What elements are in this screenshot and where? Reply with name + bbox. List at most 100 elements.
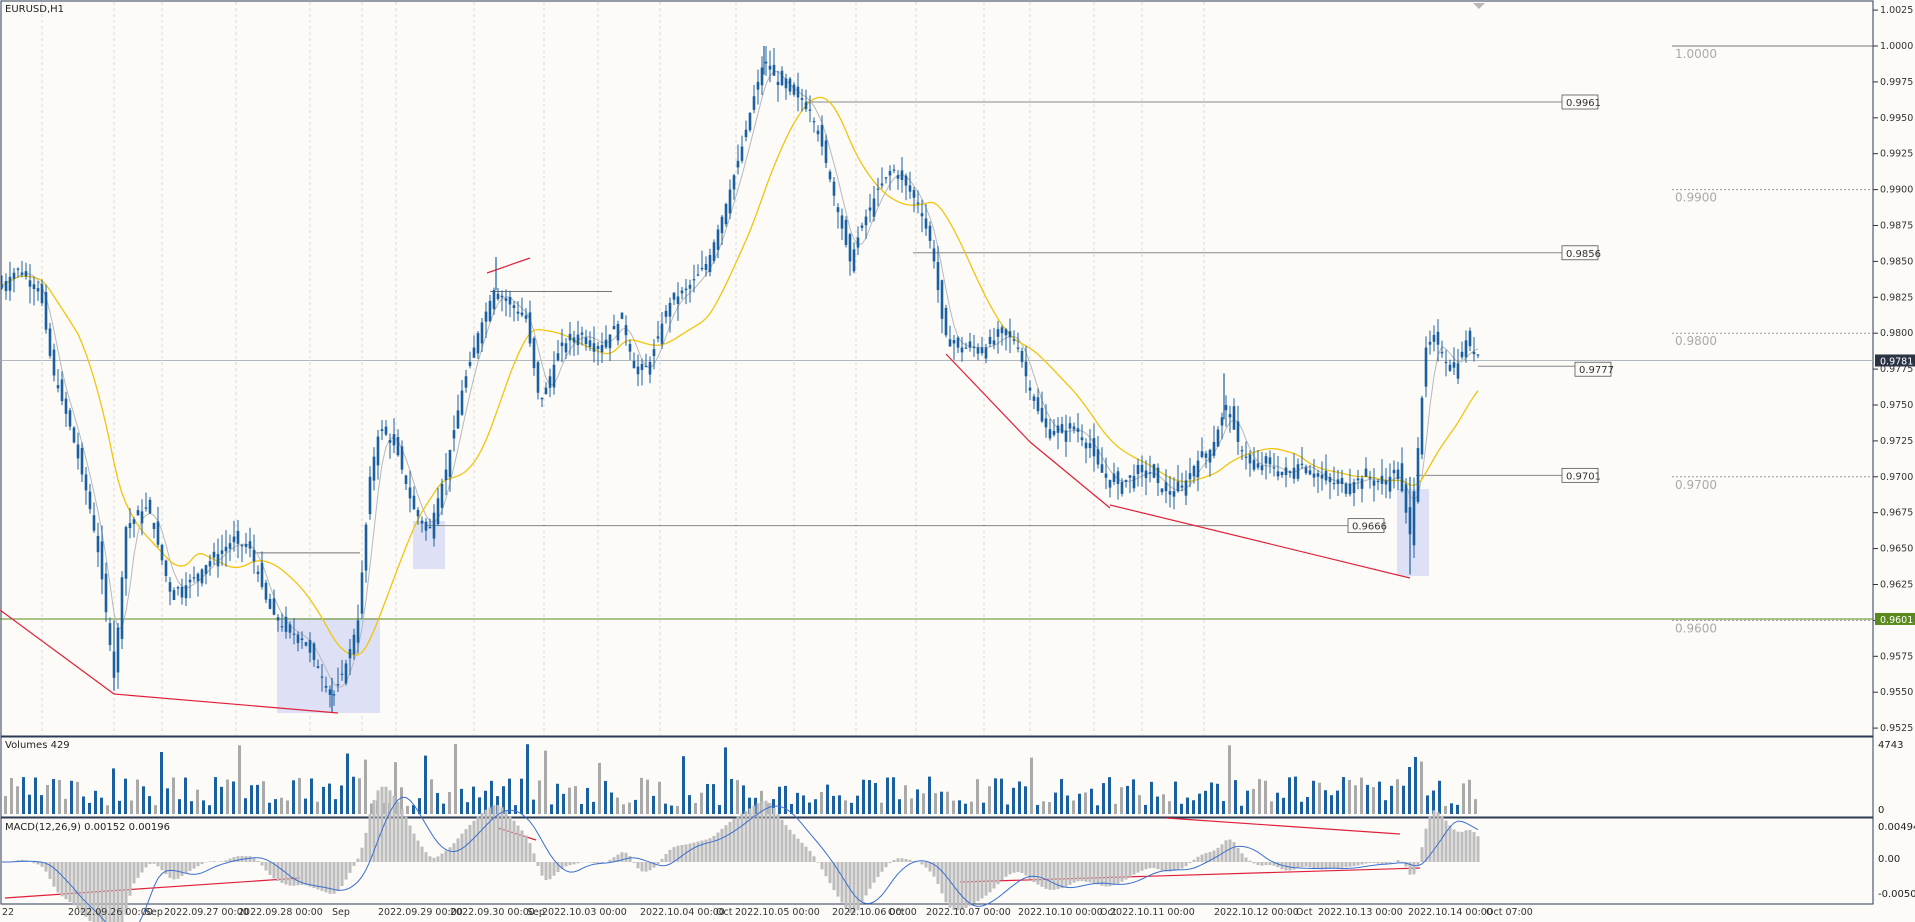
candle-body (368, 476, 372, 515)
candle-body (1196, 460, 1200, 478)
candle-body (144, 507, 148, 509)
volume-bar (1288, 777, 1291, 814)
volume-bar (172, 777, 175, 814)
macd-bar (1140, 862, 1144, 871)
macd-bar (1396, 860, 1400, 862)
candle-body (180, 586, 184, 598)
volume-bar (1180, 803, 1183, 814)
volume-bar (874, 783, 877, 814)
candle-body (200, 569, 204, 584)
volume-bar (1000, 778, 1003, 814)
macd-bar (1268, 862, 1272, 866)
volume-bar (112, 768, 115, 814)
volume-bar (64, 798, 67, 814)
macd-bar (1476, 836, 1480, 862)
volume-bar (310, 778, 313, 814)
macd-bar (412, 833, 416, 862)
macd-bar (1200, 854, 1204, 862)
macd-bar (564, 862, 568, 867)
candle-body (152, 522, 156, 530)
volume-bar (718, 805, 721, 814)
macd-bar (724, 825, 728, 862)
candle-body (116, 627, 120, 673)
volume-bar (10, 777, 13, 814)
macd-bar (1248, 860, 1252, 862)
macd-bar (540, 862, 544, 876)
macd-bar (316, 862, 320, 890)
macd-bar (716, 832, 720, 862)
candle-body (60, 379, 64, 402)
macd-bar (1336, 862, 1340, 869)
price-tick-label: 0.9675 (1880, 508, 1913, 519)
candle-body (1412, 491, 1416, 546)
macd-bar (200, 862, 204, 865)
candle-body (296, 634, 300, 644)
macd-bar (1464, 830, 1468, 862)
candle-body (1252, 459, 1256, 470)
macd-bar (1380, 862, 1384, 865)
candle-body (1016, 347, 1020, 349)
volume-bar (34, 777, 37, 814)
candle-body (164, 560, 168, 577)
candle-body (1212, 441, 1216, 456)
candle-body (988, 336, 992, 344)
candle-body (20, 272, 24, 275)
candle-body (696, 274, 700, 276)
candle-body (1072, 426, 1076, 430)
macd-scale-mid: 0.00 (1878, 854, 1901, 865)
macd-bar (1004, 862, 1008, 877)
fib-label: 0.9600 (1675, 621, 1717, 635)
macd-bar (300, 862, 304, 885)
macd-bar (196, 862, 200, 867)
candle-body (1392, 469, 1396, 474)
volume-bar (1300, 801, 1303, 814)
macd-bar (840, 862, 844, 903)
fib-label: 1.0000 (1675, 47, 1717, 61)
macd-bar (740, 813, 744, 862)
volume-bar (574, 786, 577, 814)
candle-body (276, 617, 280, 621)
macd-bar (892, 859, 896, 862)
candle-body (760, 67, 764, 86)
candle-body (496, 293, 500, 300)
macd-label: MACD(12,26,9) 0.00152 0.00196 (5, 822, 171, 833)
trading-chart: 0.9961 0.9856 0.9777 0.9701 0.9666 1.0000 0.9… (0, 0, 1915, 922)
macd-bar (368, 814, 372, 862)
volume-bar (844, 800, 847, 814)
volume-bar (1162, 794, 1165, 814)
volume-bar (460, 788, 463, 814)
candle-body (784, 78, 788, 89)
candle-body (1364, 468, 1368, 477)
macd-bar (812, 856, 816, 862)
candle-body (1096, 449, 1100, 465)
volume-bar (232, 781, 235, 814)
macd-bar (552, 862, 556, 876)
macd-bar (1436, 812, 1440, 862)
candle-body (1444, 361, 1448, 364)
candle-body (432, 512, 436, 539)
macd-bar (1052, 862, 1056, 890)
volume-bar (886, 777, 889, 814)
macd-bar (668, 849, 672, 862)
volume-bar (1336, 790, 1339, 814)
macd-bar (544, 862, 548, 881)
candle-body (940, 280, 944, 319)
macd-bar (784, 825, 788, 862)
macd-bar (144, 862, 148, 868)
candle-body (464, 376, 468, 388)
macd-bar (1048, 862, 1052, 890)
candle-body (472, 347, 476, 358)
volume-bar (940, 791, 943, 814)
macd-bar (276, 862, 280, 882)
price-badge-text: 0.9601 (1880, 615, 1913, 626)
price-tick-label: 0.9650 (1880, 544, 1913, 555)
candle-body (1208, 449, 1212, 463)
macd-bar (884, 862, 888, 868)
price-tick-label: 0.9950 (1880, 113, 1913, 124)
volume-bar (904, 785, 907, 814)
macd-bar (1308, 862, 1312, 868)
volume-bar (46, 785, 49, 814)
volume-bar (1342, 777, 1345, 814)
candle-body (908, 185, 912, 192)
macd-bar (796, 838, 800, 862)
